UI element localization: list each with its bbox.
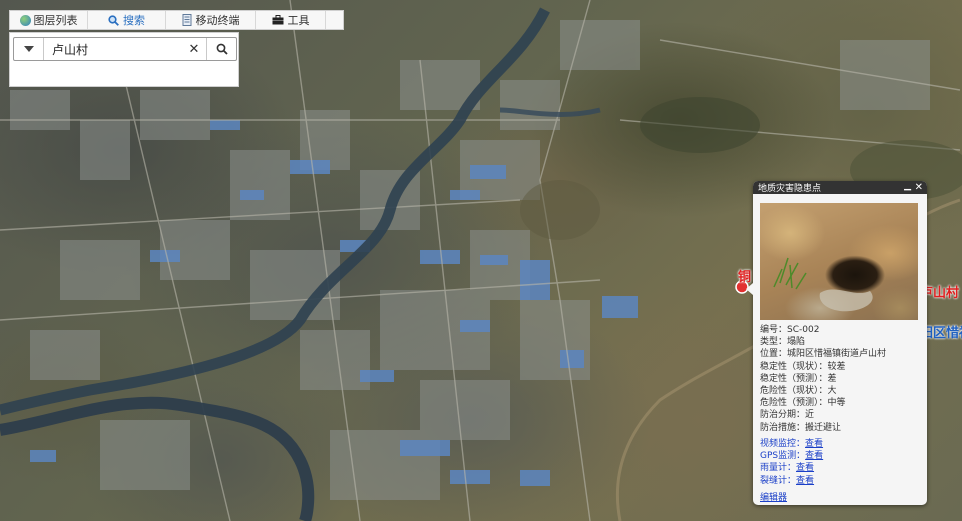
field-row: 危险性（现状）：大 xyxy=(760,386,837,397)
popup-close-button[interactable]: ✕ xyxy=(915,181,923,194)
field-row: 危险性（预测）：中等 xyxy=(760,398,846,409)
field-row: 编号：SC-002 xyxy=(760,325,820,335)
toolbar-layer-list-label: 图层列表 xyxy=(33,14,78,27)
search-panel: ✕ xyxy=(9,32,239,87)
toolbar-search-label: 搜索 xyxy=(123,14,145,27)
clear-search-button[interactable]: ✕ xyxy=(182,38,206,60)
edit-link[interactable]: 编辑器 xyxy=(760,490,787,503)
toolbar-mobile-terminal[interactable]: 移动终端 xyxy=(166,11,256,29)
popup-fields: 编号：SC-002 类型：塌陷 位置：城阳区惜福镇街道卢山村 稳定性（现状）：较… xyxy=(760,324,925,434)
field-row: 稳定性（预测）：差 xyxy=(760,373,837,384)
info-popup: 地质灾害隐患点 ▁ ✕ 编号：SC-002 类型：塌陷 位置：城阳区惜福镇街道卢… xyxy=(753,181,927,505)
caret-down-icon xyxy=(23,46,34,52)
popup-pointer xyxy=(746,283,753,295)
field-row: 稳定性（现状）：较差 xyxy=(760,361,846,372)
field-row: 防治措施：搬迁避让 xyxy=(760,422,842,433)
popup-title: 地质灾害隐患点 xyxy=(758,184,822,194)
layers-icon xyxy=(19,14,31,26)
top-toolbar: 图层列表 搜索 移动终端 工具 xyxy=(9,10,344,30)
toolbar-tools-label: 工具 xyxy=(287,14,310,27)
search-submit-button[interactable] xyxy=(206,38,236,60)
magnifier-icon xyxy=(216,43,228,55)
photo-vegetation xyxy=(773,257,873,312)
toolbar-layer-list[interactable]: 图层列表 xyxy=(10,11,88,29)
toolbar-tools[interactable]: 工具 xyxy=(256,11,326,29)
popup-titlebar: 地质灾害隐患点 ▁ ✕ xyxy=(753,181,927,194)
mobile-doc-icon xyxy=(182,14,191,26)
popup-minimize-button[interactable]: ▁ xyxy=(904,181,911,191)
popup-links: 视频监控：查看 GPS监测：查看 雨量计：查看 裂缝计：查看 xyxy=(760,438,925,487)
search-icon xyxy=(108,14,119,26)
toolbar-mobile-terminal-label: 移动终端 xyxy=(195,14,240,27)
link-gps-monitor[interactable]: GPS监测：查看 xyxy=(760,450,925,462)
hazard-photo[interactable] xyxy=(760,203,918,320)
link-video-monitor[interactable]: 视频监控：查看 xyxy=(760,438,925,450)
search-input[interactable] xyxy=(44,38,182,60)
field-row: 位置：城阳区惜福镇街道卢山村 xyxy=(760,349,887,360)
link-crack-gauge[interactable]: 裂缝计：查看 xyxy=(760,475,925,487)
field-row: 类型：塌陷 xyxy=(760,337,806,348)
search-bar: ✕ xyxy=(13,37,237,61)
toolbar-search[interactable]: 搜索 xyxy=(88,11,166,29)
close-icon: ✕ xyxy=(188,41,200,57)
search-type-dropdown[interactable] xyxy=(14,38,44,60)
field-row: 防治分期：近 xyxy=(760,410,815,421)
toolbox-icon xyxy=(272,15,283,25)
link-rain-gauge[interactable]: 雨量计：查看 xyxy=(760,462,925,474)
